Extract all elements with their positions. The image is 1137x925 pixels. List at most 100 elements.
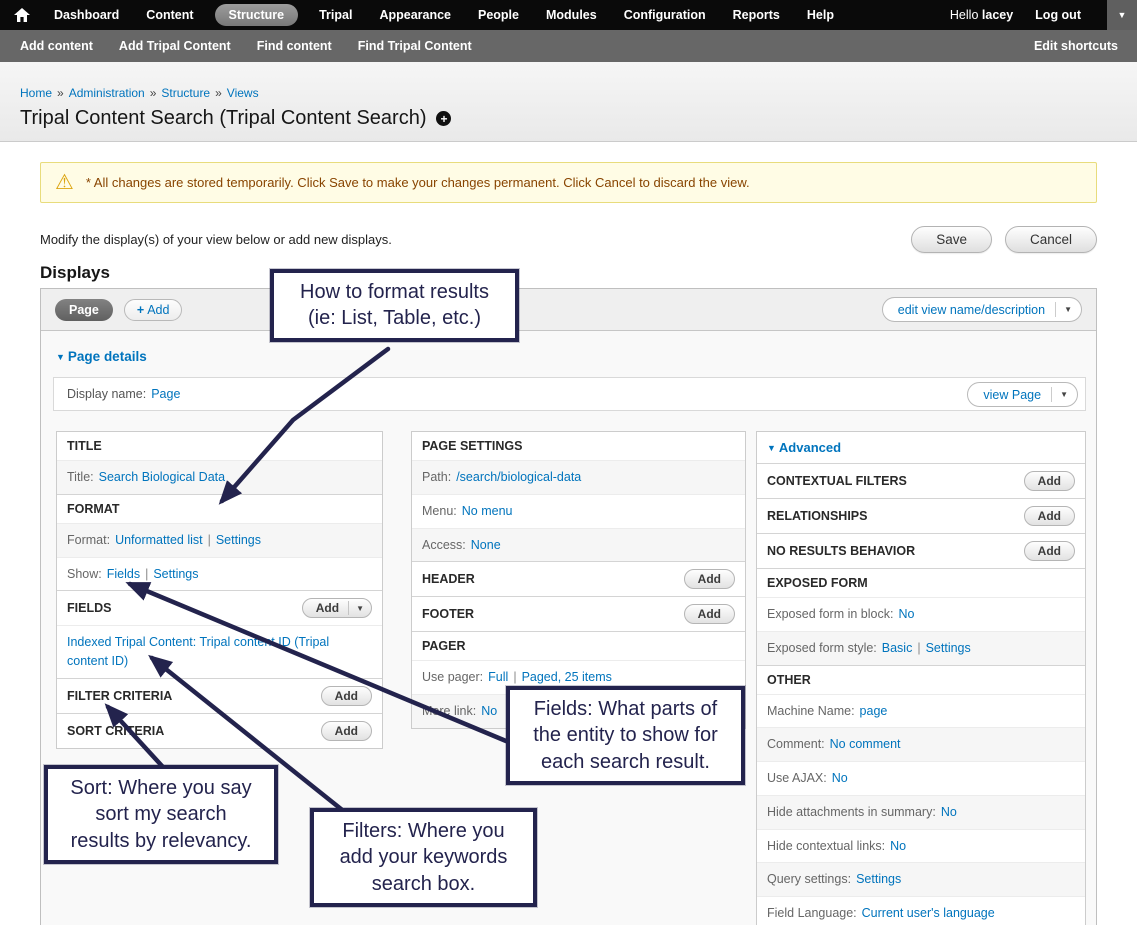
- warning-icon: ⚠: [55, 172, 74, 193]
- setting-link-page[interactable]: page: [860, 704, 888, 718]
- annotation-line: results by relevancy.: [52, 828, 270, 854]
- greeting-text: Hello lacey: [950, 8, 1013, 22]
- setting-link-no[interactable]: No: [898, 607, 914, 621]
- column-left: TITLETitle:Search Biological DataFORMATF…: [56, 431, 383, 749]
- add-field-button[interactable]: Add▼: [302, 598, 372, 618]
- section-header-format: FORMAT: [57, 494, 382, 523]
- add-button[interactable]: Add: [684, 569, 735, 589]
- tab-page[interactable]: Page: [55, 299, 113, 321]
- setting-link-no[interactable]: No: [481, 704, 497, 718]
- section-header-no-results-behavior: NO RESULTS BEHAVIOR Add: [757, 533, 1085, 568]
- toolbar-item-tripal[interactable]: Tripal: [319, 8, 352, 22]
- setting-link-settings[interactable]: Settings: [153, 567, 198, 581]
- setting-link-full[interactable]: Full: [488, 670, 508, 684]
- logout-link[interactable]: Log out: [1035, 8, 1081, 22]
- toolbar-right: Hello lacey Log out ▼: [950, 0, 1137, 30]
- toolbar-item-modules[interactable]: Modules: [546, 8, 597, 22]
- shortcut-item-find-content[interactable]: Find content: [257, 39, 332, 53]
- modify-help-text: Modify the display(s) of your view below…: [40, 232, 392, 247]
- breadcrumb-link-structure[interactable]: Structure: [161, 86, 210, 100]
- section-header-filter-criteria: FILTER CRITERIAAdd: [57, 678, 382, 713]
- section-header-other: OTHER: [757, 665, 1085, 694]
- setting-link-no[interactable]: No: [890, 839, 906, 853]
- setting-row: Indexed Tripal Content: Tripal content I…: [57, 625, 382, 678]
- section-exposed-form: EXPOSED FORMExposed form in block:NoExpo…: [757, 568, 1085, 665]
- advanced-toggle[interactable]: ▼Advanced: [757, 432, 1085, 463]
- home-icon[interactable]: [14, 8, 30, 22]
- setting-label: Access:: [422, 538, 466, 552]
- breadcrumb-link-home[interactable]: Home: [20, 86, 52, 100]
- setting-link-settings[interactable]: Settings: [216, 533, 261, 547]
- setting-link-basic[interactable]: Basic: [882, 641, 913, 655]
- section-title: FIELDS: [67, 601, 111, 615]
- plus-icon: +: [137, 303, 144, 317]
- setting-link-search-biological-data[interactable]: Search Biological Data: [99, 470, 225, 484]
- edit-shortcuts-link[interactable]: Edit shortcuts: [1034, 39, 1118, 53]
- add-button[interactable]: Add: [321, 686, 372, 706]
- add-button[interactable]: Add: [1024, 541, 1075, 561]
- toolbar-item-content[interactable]: Content: [146, 8, 193, 22]
- section-title: HEADER: [422, 572, 475, 586]
- toolbar-item-appearance[interactable]: Appearance: [379, 8, 451, 22]
- section-title: FOOTER: [422, 607, 474, 621]
- toolbar-item-dashboard[interactable]: Dashboard: [54, 8, 119, 22]
- save-button[interactable]: Save: [911, 226, 992, 253]
- setting-row: Format:Unformatted list|Settings: [57, 523, 382, 557]
- views-ui-page: Dashboard Content Structure Tripal Appearanc…: [0, 0, 1137, 925]
- edit-view-name-button[interactable]: edit view name/description ▼: [882, 297, 1082, 322]
- setting-link-no[interactable]: No: [832, 771, 848, 785]
- section-contextual-filters: CONTEXTUAL FILTERSAdd: [757, 463, 1085, 498]
- shortcut-item-add-tripal-content[interactable]: Add Tripal Content: [119, 39, 231, 53]
- section-title: OTHER: [767, 673, 811, 687]
- section-header-exposed-form: EXPOSED FORM: [757, 568, 1085, 597]
- breadcrumb-separator: »: [150, 86, 157, 100]
- triangle-down-icon: ▼: [56, 352, 65, 362]
- setting-link-paged-25-items[interactable]: Paged, 25 items: [522, 670, 612, 684]
- annotation-fields-note: Fields: What parts ofthe entity to show …: [506, 686, 745, 785]
- setting-link-no[interactable]: No: [941, 805, 957, 819]
- shortcut-item-find-tripal-content[interactable]: Find Tripal Content: [358, 39, 472, 53]
- section-page-settings: PAGE SETTINGS Path: /search/biological-dat…: [412, 432, 745, 561]
- toolbar-item-reports[interactable]: Reports: [733, 8, 780, 22]
- setting-link-settings[interactable]: Settings: [926, 641, 971, 655]
- setting-link-no-comment[interactable]: No comment: [830, 737, 901, 751]
- display-name-link[interactable]: Page: [151, 387, 180, 401]
- annotation-format-note: How to format results(ie: List, Table, e…: [270, 269, 519, 342]
- setting-link-fields[interactable]: Fields: [107, 567, 140, 581]
- breadcrumb-link-views[interactable]: Views: [227, 86, 259, 100]
- annotation-sort-note: Sort: Where you saysort my searchresults…: [44, 765, 278, 864]
- section-title: NO RESULTS BEHAVIOR: [767, 544, 915, 558]
- setting-label: Path:: [422, 470, 451, 484]
- setting-link-settings[interactable]: Settings: [856, 872, 901, 886]
- setting-link-search-biological-data[interactable]: /search/biological-data: [456, 470, 581, 484]
- breadcrumb-separator: »: [215, 86, 222, 100]
- setting-link-unformatted-list[interactable]: Unformatted list: [115, 533, 203, 547]
- add-button[interactable]: Add: [684, 604, 735, 624]
- annotation-line: Filters: Where you: [318, 818, 529, 844]
- breadcrumb-link-administration[interactable]: Administration: [69, 86, 145, 100]
- add-display-button[interactable]: +Add: [124, 299, 183, 321]
- setting-link-no-menu[interactable]: No menu: [462, 504, 513, 518]
- toolbar-item-people[interactable]: People: [478, 8, 519, 22]
- add-button[interactable]: Add: [321, 721, 372, 741]
- display-name-label: Display name:: [67, 387, 146, 401]
- section-title: PAGE SETTINGS: [422, 439, 522, 453]
- toolbar-item-structure[interactable]: Structure: [215, 4, 299, 26]
- section-header-page-settings: PAGE SETTINGS: [412, 432, 745, 460]
- divider: [1055, 302, 1056, 317]
- add-button[interactable]: Add: [1024, 471, 1075, 491]
- add-button[interactable]: Add: [1024, 506, 1075, 526]
- setting-link-indexed-tripal-content-tripal-content-id[interactable]: Indexed Tripal Content: Tripal content I…: [67, 635, 329, 668]
- toolbar-toggle-button[interactable]: ▼: [1107, 0, 1137, 30]
- cancel-button[interactable]: Cancel: [1005, 226, 1097, 253]
- toolbar-item-configuration[interactable]: Configuration: [624, 8, 706, 22]
- shortcut-item-add-content[interactable]: Add content: [20, 39, 93, 53]
- contextual-links-icon[interactable]: +: [436, 111, 451, 126]
- warning-text: * All changes are stored temporarily. Cl…: [86, 175, 750, 190]
- view-page-button[interactable]: view Page ▼: [967, 382, 1078, 407]
- toolbar-item-help[interactable]: Help: [807, 8, 834, 22]
- setting-link-none[interactable]: None: [471, 538, 501, 552]
- setting-link-current-user-s-language[interactable]: Current user's language: [862, 906, 995, 920]
- annotation-filters-note: Filters: Where youadd your keywordssearc…: [310, 808, 537, 907]
- page-details-toggle[interactable]: ▼Page details: [56, 349, 147, 364]
